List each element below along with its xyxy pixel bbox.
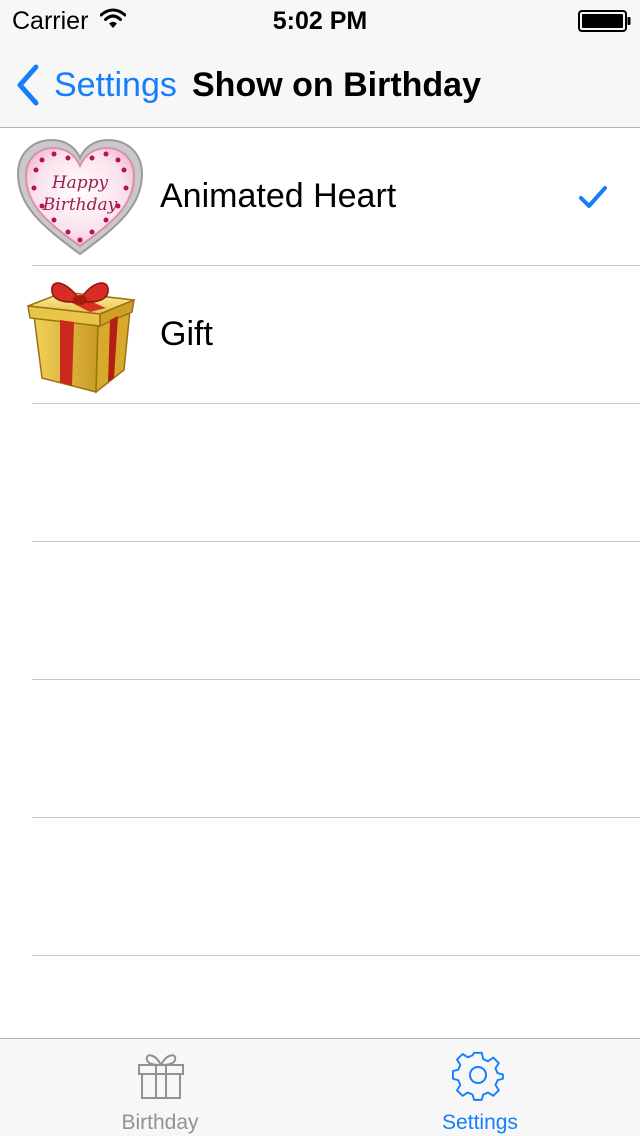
empty-row xyxy=(0,818,640,956)
happy-birthday-heart-image: Happy Birthday xyxy=(16,138,144,256)
checkmark-icon xyxy=(579,186,607,208)
back-button[interactable]: Settings xyxy=(14,60,177,110)
tab-bar: Birthday Settings xyxy=(0,1038,640,1136)
chevron-left-icon xyxy=(17,64,39,106)
page-title: Show on Birthday xyxy=(192,66,481,104)
gift-box-image xyxy=(27,282,135,394)
tab-label: Birthday xyxy=(121,1111,199,1134)
option-row-animated-heart[interactable]: Happy Birthday Animated Heart xyxy=(0,128,640,266)
gift-icon xyxy=(138,1054,184,1099)
option-label: Gift xyxy=(160,315,213,353)
tab-label: Settings xyxy=(442,1111,518,1134)
heart-text-birthday: Birthday xyxy=(42,195,118,215)
empty-row xyxy=(0,404,640,542)
tab-settings[interactable]: Settings xyxy=(320,1039,640,1136)
option-label: Animated Heart xyxy=(160,177,397,215)
empty-row xyxy=(0,680,640,818)
row-separator xyxy=(32,955,640,956)
tab-birthday[interactable]: Birthday xyxy=(0,1039,320,1136)
screen: Carrier 5:02 PM Settings Show on Birthda… xyxy=(0,0,640,1136)
heart-text-happy: Happy xyxy=(51,173,109,193)
options-table: Happy Birthday Animated Heart Gift xyxy=(0,128,640,1038)
status-time: 5:02 PM xyxy=(272,7,368,35)
gear-icon xyxy=(452,1051,504,1101)
option-row-gift[interactable]: Gift xyxy=(0,266,640,404)
back-button-label: Settings xyxy=(54,66,177,104)
navigation-bar: Carrier 5:02 PM Settings Show on Birthda… xyxy=(0,0,640,128)
empty-row xyxy=(0,542,640,680)
battery-icon xyxy=(578,10,631,32)
